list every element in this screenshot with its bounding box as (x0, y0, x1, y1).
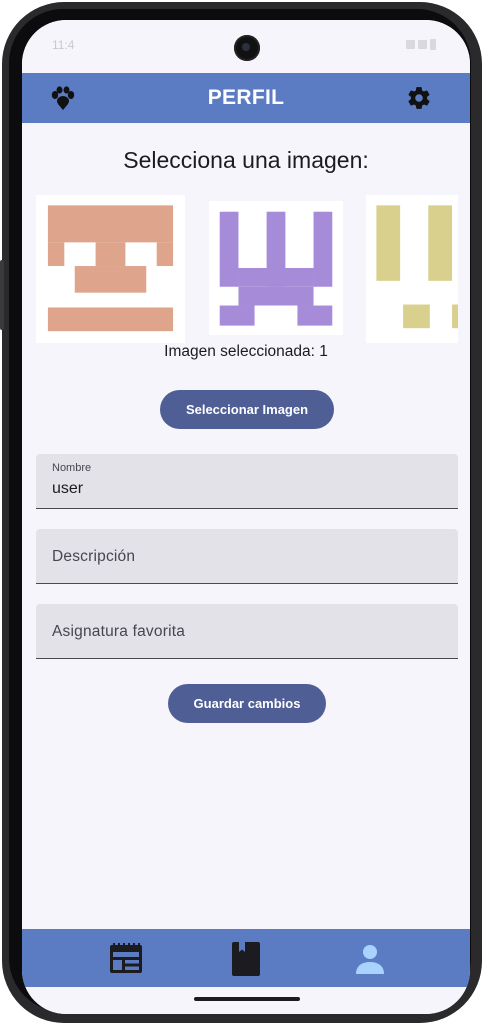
status-icons (406, 39, 436, 50)
avatar-image-1[interactable] (36, 195, 185, 343)
page-title: PERFIL (207, 86, 285, 109)
nav-person-icon[interactable] (350, 941, 390, 977)
gesture-area (22, 987, 470, 1014)
app-bar: PERFIL (22, 73, 470, 123)
description-field-placeholder[interactable]: Descripción (52, 548, 135, 566)
bottom-navigation (22, 929, 470, 987)
avatar-image-3[interactable] (366, 195, 458, 343)
save-changes-button[interactable]: Guardar cambios (168, 684, 326, 723)
favorite-subject-field-placeholder[interactable]: Asignatura favorita (52, 623, 185, 641)
gesture-bar[interactable] (194, 997, 300, 1001)
select-image-heading: Selecciona una imagen: (123, 147, 369, 173)
image-carousel[interactable] (22, 193, 470, 343)
name-field[interactable]: Nombre user (36, 454, 458, 509)
battery-icon (430, 39, 436, 50)
description-field[interactable]: Descripción (36, 529, 458, 584)
wifi-icon (406, 40, 415, 49)
status-time: 11:4 (52, 38, 75, 52)
selected-image-text: Imagen seleccionada: 1 (164, 343, 328, 360)
avatar-image-2[interactable] (209, 201, 343, 335)
nav-book-icon[interactable] (226, 941, 266, 977)
favorite-subject-field[interactable]: Asignatura favorita (36, 604, 458, 659)
signal-icon (418, 40, 427, 49)
nav-calendar-icon[interactable] (106, 941, 146, 977)
gear-icon[interactable] (406, 85, 432, 111)
select-image-button[interactable]: Seleccionar Imagen (160, 390, 334, 429)
camera-icon (234, 35, 260, 61)
name-field-value[interactable]: user (52, 480, 83, 498)
name-field-label: Nombre (52, 462, 92, 474)
screen: 11:4 PERFIL Selecciona una imagen: Image… (22, 20, 470, 1014)
phone-side-button (0, 260, 4, 330)
status-bar: 11:4 (22, 20, 470, 73)
